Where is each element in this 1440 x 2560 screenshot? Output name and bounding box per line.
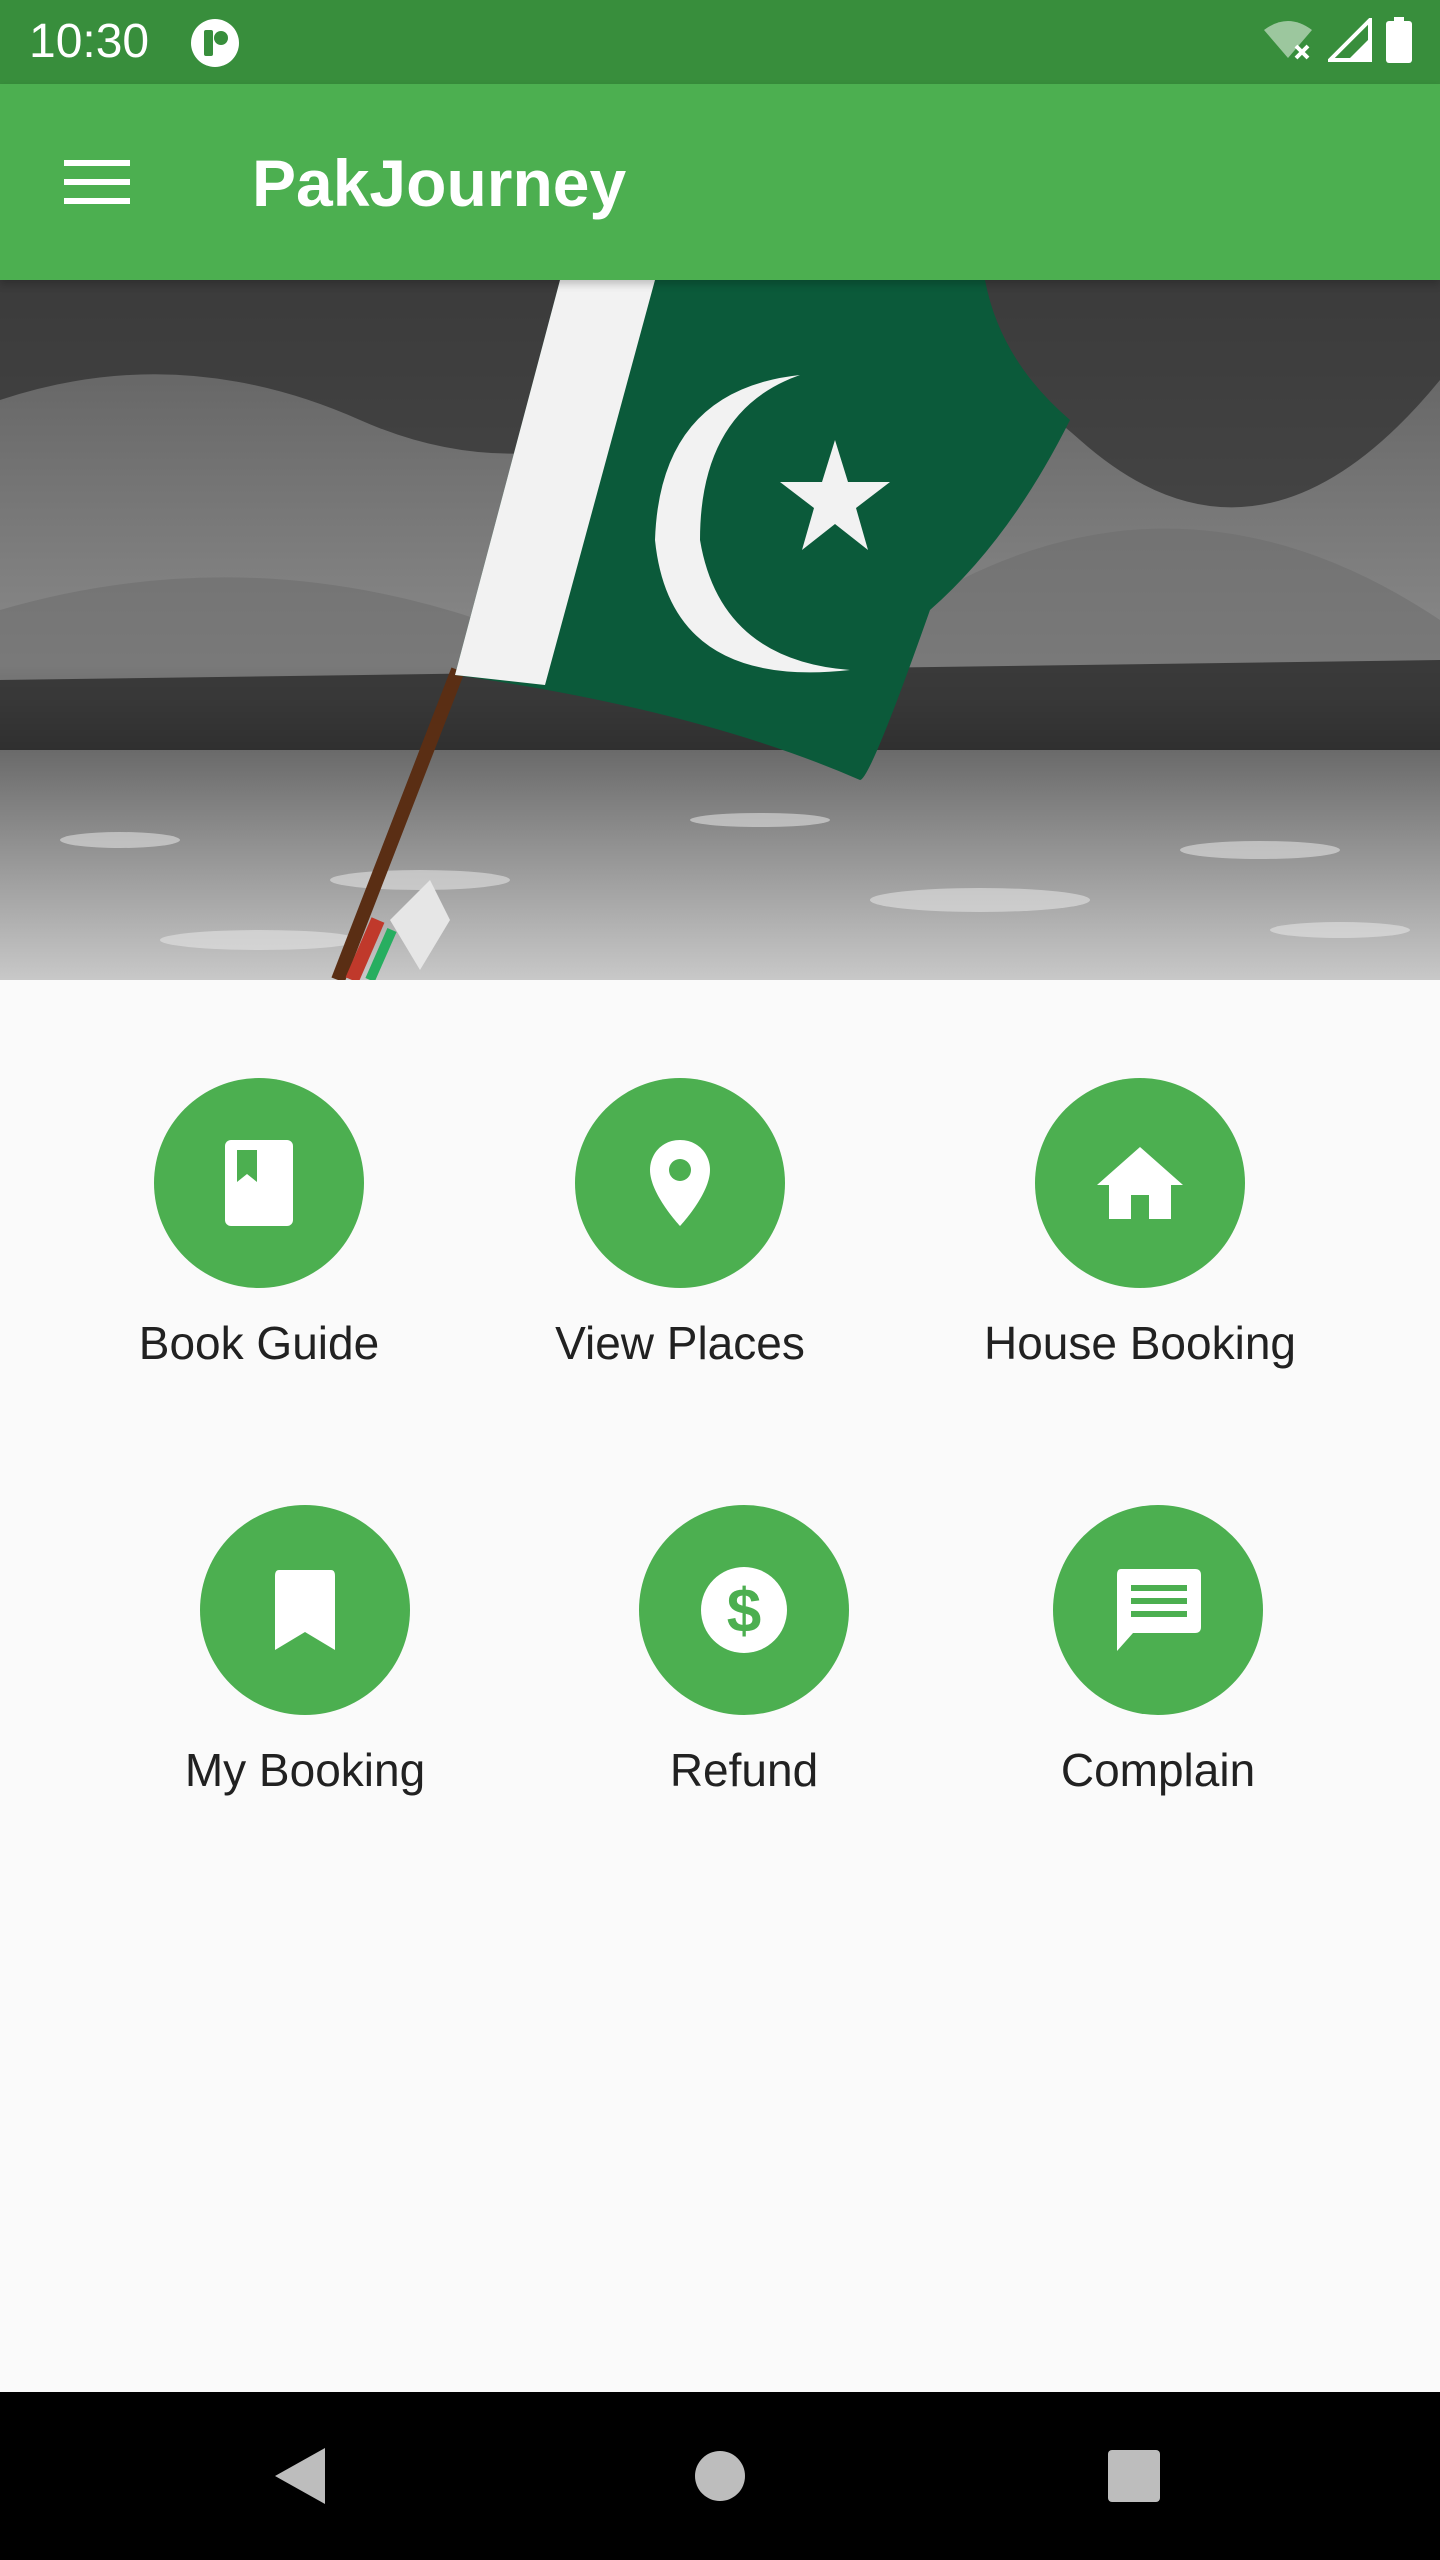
menu-button[interactable]	[52, 142, 142, 222]
status-icons	[1262, 14, 1412, 68]
bookmark-icon	[275, 1570, 335, 1650]
view-places-button[interactable]	[575, 1078, 785, 1288]
wifi-off-icon	[1262, 18, 1314, 67]
location-pin-icon	[650, 1140, 710, 1226]
menu-item-view-places[interactable]: View Places	[530, 1078, 830, 1370]
svg-text:$: $	[727, 1577, 761, 1646]
hamburger-menu-icon	[64, 160, 130, 204]
menu-item-label: House Booking	[984, 1317, 1296, 1369]
back-icon	[275, 2448, 325, 2504]
app-bar: PakJourney	[0, 84, 1440, 280]
message-icon	[1117, 1569, 1201, 1651]
house-booking-button[interactable]	[1035, 1078, 1245, 1288]
menu-item-label: Refund	[669, 1744, 819, 1796]
signal-icon	[1325, 14, 1372, 67]
book-guide-button[interactable]	[154, 1078, 364, 1288]
book-icon	[225, 1140, 293, 1226]
menu-item-complain[interactable]: Complain	[1008, 1505, 1308, 1797]
app-notification-icon	[190, 18, 240, 68]
menu-item-label: Book Guide	[138, 1317, 380, 1369]
menu-item-refund[interactable]: $ Refund	[594, 1505, 894, 1797]
nav-recents-button[interactable]	[1034, 2392, 1234, 2560]
nav-back-button[interactable]	[200, 2392, 400, 2560]
menu-item-label: Complain	[1060, 1744, 1256, 1796]
dollar-icon: $	[701, 1567, 787, 1653]
app-title: PakJourney	[252, 146, 627, 220]
home-icon	[1097, 1147, 1183, 1219]
menu-item-label: My Booking	[184, 1744, 426, 1796]
screen: 10:30 PakJourney Book Guide View Places …	[0, 0, 1440, 2560]
refund-button[interactable]: $	[639, 1505, 849, 1715]
status-bar: 10:30	[0, 0, 1440, 84]
nav-home-button[interactable]	[620, 2392, 820, 2560]
battery-icon	[1386, 16, 1412, 68]
menu-item-label: View Places	[555, 1317, 805, 1369]
system-nav-bar	[0, 2392, 1440, 2560]
menu-item-my-booking[interactable]: My Booking	[155, 1505, 455, 1797]
menu-item-book-guide[interactable]: Book Guide	[109, 1078, 409, 1370]
hero-image	[0, 280, 1440, 980]
menu-item-house-booking[interactable]: House Booking	[940, 1078, 1340, 1370]
recents-icon	[1108, 2450, 1160, 2502]
complain-button[interactable]	[1053, 1505, 1263, 1715]
home-circle-icon	[695, 2451, 745, 2501]
my-booking-button[interactable]	[200, 1505, 410, 1715]
status-time: 10:30	[29, 15, 150, 68]
